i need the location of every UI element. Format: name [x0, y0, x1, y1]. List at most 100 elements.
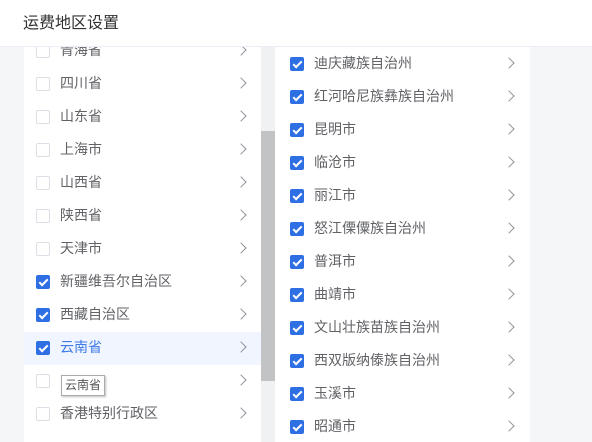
- province-item[interactable]: 天津市: [24, 233, 261, 266]
- chevron-right-icon[interactable]: [503, 222, 515, 234]
- page-title: 运费地区设置: [23, 13, 120, 32]
- province-item[interactable]: 云南省: [24, 332, 261, 365]
- checkbox[interactable]: [290, 420, 304, 434]
- chevron-right-icon[interactable]: [235, 308, 247, 320]
- city-item[interactable]: 玉溪市: [275, 378, 530, 411]
- chevron-right-icon[interactable]: [503, 189, 515, 201]
- province-label: 陕西省: [60, 208, 102, 224]
- province-label: 香港特别行政区: [60, 406, 158, 422]
- checkbox[interactable]: [290, 354, 304, 368]
- tooltip: 云南省: [61, 375, 106, 396]
- city-item[interactable]: 西双版纳傣族自治州: [275, 345, 530, 378]
- city-item[interactable]: 普洱市: [275, 246, 530, 279]
- checkbox[interactable]: [290, 123, 304, 137]
- chevron-right-icon[interactable]: [503, 57, 515, 69]
- chevron-right-icon[interactable]: [235, 143, 247, 155]
- city-item[interactable]: 曲靖市: [275, 279, 530, 312]
- province-label: 天津市: [60, 241, 102, 257]
- province-item[interactable]: 山西省: [24, 167, 261, 200]
- city-label: 丽江市: [314, 188, 356, 204]
- city-label: 红河哈尼族彝族自治州: [314, 89, 454, 105]
- city-item[interactable]: 昭通市: [275, 411, 530, 442]
- province-item[interactable]: 西藏自治区: [24, 299, 261, 332]
- checkbox[interactable]: [290, 189, 304, 203]
- checkbox[interactable]: [36, 407, 50, 421]
- chevron-right-icon[interactable]: [235, 209, 247, 221]
- province-item[interactable]: 四川省: [24, 68, 261, 101]
- chevron-right-icon[interactable]: [503, 288, 515, 300]
- checkbox[interactable]: [36, 110, 50, 124]
- chevron-right-icon[interactable]: [503, 90, 515, 102]
- chevron-right-icon[interactable]: [235, 407, 247, 419]
- city-label: 西双版纳傣族自治州: [314, 353, 440, 369]
- chevron-right-icon[interactable]: [503, 387, 515, 399]
- checkbox[interactable]: [290, 222, 304, 236]
- province-item[interactable]: 陕西省: [24, 200, 261, 233]
- province-item[interactable]: 山东省: [24, 101, 261, 134]
- chevron-right-icon[interactable]: [503, 420, 515, 432]
- city-panel: 迪庆藏族自治州红河哈尼族彝族自治州 昆明市临沧市丽江市怒江傈僳族自治州 普洱市曲靖市…: [275, 47, 530, 442]
- checkbox[interactable]: [36, 374, 50, 388]
- city-label: 怒江傈僳族自治州: [314, 221, 426, 237]
- checkbox[interactable]: [36, 308, 50, 322]
- header: 运费地区设置: [0, 0, 592, 47]
- city-item[interactable]: 红河哈尼族彝族自治州: [275, 81, 530, 114]
- chevron-right-icon[interactable]: [235, 242, 247, 254]
- chevron-right-icon[interactable]: [235, 341, 247, 353]
- chevron-right-icon[interactable]: [235, 110, 247, 122]
- city-label: 临沧市: [314, 155, 356, 171]
- province-label: 青海省: [60, 47, 102, 59]
- province-label: 山西省: [60, 175, 102, 191]
- checkbox[interactable]: [36, 77, 50, 91]
- chevron-right-icon[interactable]: [235, 176, 247, 188]
- province-item[interactable]: 青海省: [24, 47, 261, 68]
- city-label: 昭通市: [314, 419, 356, 435]
- chevron-right-icon[interactable]: [235, 374, 247, 386]
- checkbox[interactable]: [290, 90, 304, 104]
- chevron-right-icon[interactable]: [235, 77, 247, 89]
- checkbox[interactable]: [36, 209, 50, 223]
- checkbox[interactable]: [36, 242, 50, 256]
- city-label: 普洱市: [314, 254, 356, 270]
- province-scrollbar[interactable]: [261, 47, 275, 442]
- checkbox[interactable]: [290, 57, 304, 71]
- province-label: 上海市: [60, 142, 102, 158]
- city-item[interactable]: 怒江傈僳族自治州: [275, 213, 530, 246]
- province-item[interactable]: [24, 365, 261, 398]
- city-label: 文山壮族苗族自治州: [314, 320, 440, 336]
- checkbox[interactable]: [36, 47, 50, 58]
- chevron-right-icon[interactable]: [503, 321, 515, 333]
- checkbox[interactable]: [290, 387, 304, 401]
- checkbox[interactable]: [36, 176, 50, 190]
- chevron-right-icon[interactable]: [503, 354, 515, 366]
- checkbox[interactable]: [290, 255, 304, 269]
- city-item[interactable]: 文山壮族苗族自治州: [275, 312, 530, 345]
- city-label: 迪庆藏族自治州: [314, 56, 412, 72]
- province-label: 西藏自治区: [60, 307, 130, 323]
- province-label: 四川省: [60, 76, 102, 92]
- city-label: 玉溪市: [314, 386, 356, 402]
- city-item[interactable]: 迪庆藏族自治州: [275, 48, 530, 81]
- checkbox[interactable]: [36, 143, 50, 157]
- chevron-right-icon[interactable]: [503, 123, 515, 135]
- checkbox[interactable]: [290, 156, 304, 170]
- right-gutter: [530, 47, 592, 442]
- chevron-right-icon[interactable]: [235, 275, 247, 287]
- province-label: 新疆维吾尔自治区: [60, 274, 172, 290]
- city-item[interactable]: 丽江市: [275, 180, 530, 213]
- chevron-right-icon[interactable]: [503, 255, 515, 267]
- province-item[interactable]: 香港特别行政区: [24, 398, 261, 431]
- province-item[interactable]: 上海市: [24, 134, 261, 167]
- city-list: 迪庆藏族自治州红河哈尼族彝族自治州 昆明市临沧市丽江市怒江傈僳族自治州 普洱市曲靖市…: [275, 48, 530, 442]
- province-item[interactable]: 新疆维吾尔自治区: [24, 266, 261, 299]
- checkbox[interactable]: [290, 288, 304, 302]
- city-item[interactable]: 昆明市: [275, 114, 530, 147]
- checkbox[interactable]: [36, 341, 50, 355]
- chevron-right-icon[interactable]: [503, 156, 515, 168]
- city-label: 昆明市: [314, 122, 356, 138]
- checkbox[interactable]: [36, 275, 50, 289]
- checkbox[interactable]: [290, 321, 304, 335]
- city-item[interactable]: 临沧市: [275, 147, 530, 180]
- scrollbar-thumb[interactable]: [261, 131, 275, 381]
- chevron-right-icon[interactable]: [235, 47, 247, 56]
